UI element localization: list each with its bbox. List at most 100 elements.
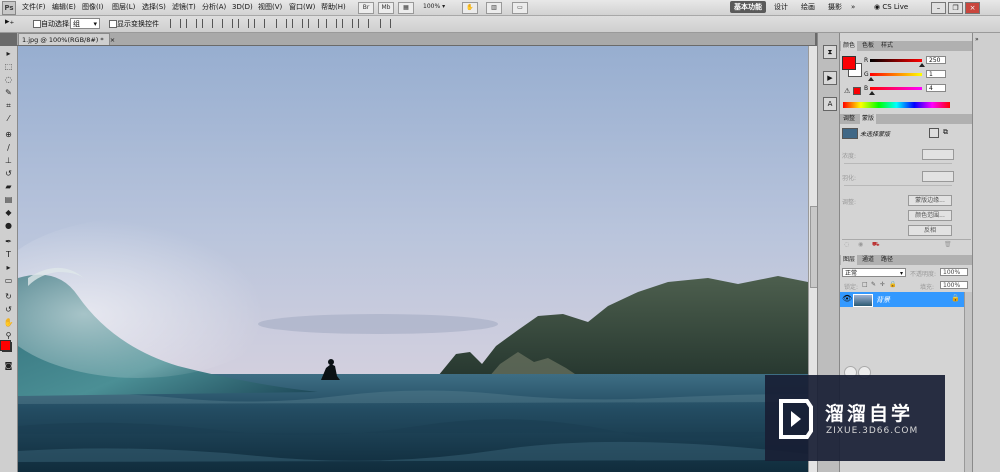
channel-b-value[interactable]: 4 [926, 84, 946, 92]
tab-styles[interactable]: 样式 [879, 41, 895, 51]
brush-tool-icon[interactable]: ∕ [3, 143, 14, 153]
distribute-top-icon[interactable] [276, 19, 287, 28]
crop-tool-icon[interactable]: ⌗ [3, 101, 14, 111]
pen-tool-icon[interactable]: ✒ [3, 237, 14, 247]
channel-r-slider[interactable] [870, 59, 922, 62]
channel-r-knob[interactable] [919, 63, 925, 67]
blend-mode-select[interactable]: 正常 ▾ [842, 268, 906, 277]
tab-masks[interactable]: 蒙版 [860, 114, 877, 124]
actions-panel-icon[interactable]: ▶ [823, 71, 837, 85]
healing-brush-tool-icon[interactable]: ⊕ [3, 130, 14, 140]
distribute-bottom-icon[interactable] [308, 19, 319, 28]
hand-tool-button[interactable]: ✋ [462, 2, 478, 14]
vector-mask-icon[interactable]: ⧉ [943, 128, 948, 137]
close-button[interactable]: × [965, 2, 980, 14]
opacity-field[interactable]: 100% [940, 268, 968, 276]
align-right-icon[interactable] [254, 19, 265, 28]
workspace-more-button[interactable]: » [847, 1, 859, 13]
workspace-essentials[interactable]: 基本功能 [730, 1, 766, 13]
3d-rotate-tool-icon[interactable]: ↻ [3, 292, 14, 302]
menu-window[interactable]: 窗口(W) [289, 2, 315, 13]
lock-image-icon[interactable]: ✎ [871, 281, 876, 288]
mini-bridge-button[interactable]: Mb [378, 2, 394, 14]
auto-select-checkbox[interactable] [33, 20, 41, 28]
history-panel-icon[interactable]: ⧗ [823, 45, 837, 59]
menu-layer[interactable]: 图层(L) [112, 2, 135, 13]
menu-edit[interactable]: 编辑(E) [52, 2, 76, 13]
hand-tool-icon[interactable]: ✋ [3, 318, 14, 328]
mask-edge-button[interactable]: 蒙版边缘... [908, 195, 952, 206]
screen-mode-button[interactable]: ▭ [512, 2, 528, 14]
marquee-tool-icon[interactable]: ⬚ [3, 62, 14, 72]
tab-color[interactable]: 颜色 [841, 41, 858, 51]
tab-paths[interactable]: 路径 [879, 255, 895, 265]
minimize-button[interactable]: – [931, 2, 946, 14]
align-top-icon[interactable] [170, 19, 181, 28]
blur-tool-icon[interactable]: ◆ [3, 208, 14, 218]
color-range-button[interactable]: 颜色范围... [908, 210, 952, 221]
align-left-icon[interactable] [222, 19, 233, 28]
workspace-photography[interactable]: 摄影 [824, 1, 846, 13]
move-tool-icon[interactable]: ▸ [3, 49, 14, 59]
dodge-tool-icon[interactable]: ● [3, 221, 14, 231]
channel-g-knob[interactable] [868, 77, 874, 81]
distribute-right-icon[interactable] [358, 19, 369, 28]
menu-3d[interactable]: 3D(D) [232, 2, 253, 13]
restore-button[interactable]: ❐ [948, 2, 963, 14]
eyedropper-tool-icon[interactable]: ⁄ [3, 114, 14, 124]
channel-b-slider[interactable] [870, 87, 922, 90]
foreground-color-swatch[interactable] [0, 340, 11, 351]
visibility-toggle-icon[interactable]: ◉ [858, 241, 863, 248]
disable-mask-icon[interactable]: ⛟ [872, 241, 880, 249]
layer-visibility-eye-icon[interactable]: 👁 [842, 294, 852, 303]
channel-g-slider[interactable] [870, 73, 922, 76]
align-bottom-icon[interactable] [202, 19, 213, 28]
menu-analysis[interactable]: 分析(A) [202, 2, 226, 13]
lock-position-icon[interactable]: ✛ [880, 281, 885, 288]
workspace-painting[interactable]: 绘画 [797, 1, 819, 13]
load-selection-icon[interactable]: ◌ [844, 241, 849, 248]
menu-select[interactable]: 选择(S) [142, 2, 166, 13]
path-select-tool-icon[interactable]: ▸ [3, 263, 14, 273]
invert-button[interactable]: 反相 [908, 225, 952, 236]
lasso-tool-icon[interactable]: ◌ [3, 75, 14, 85]
collapse-panels-icon[interactable]: » [975, 36, 982, 43]
shape-tool-icon[interactable]: ▭ [3, 276, 14, 286]
fill-field[interactable]: 100% [940, 281, 968, 289]
character-panel-icon[interactable]: A [823, 97, 837, 111]
cs-live-button[interactable]: ◉ CS Live [870, 1, 912, 13]
auto-select-dropdown[interactable]: 组 ▾ [70, 18, 100, 29]
workspace-design[interactable]: 设计 [770, 1, 792, 13]
type-tool-icon[interactable]: T [3, 250, 14, 260]
align-hcenter-icon[interactable] [238, 19, 249, 28]
document-tab-close-icon[interactable]: × [110, 36, 115, 44]
channel-g-value[interactable]: 1 [926, 70, 946, 78]
menu-file[interactable]: 文件(F) [22, 2, 46, 13]
quick-select-tool-icon[interactable]: ✎ [3, 88, 14, 98]
tab-swatches[interactable]: 色板 [860, 41, 876, 51]
history-brush-tool-icon[interactable]: ↺ [3, 169, 14, 179]
foreground-color-box[interactable] [842, 56, 856, 70]
delete-mask-icon[interactable]: 🗑 [944, 241, 952, 248]
menu-help[interactable]: 帮助(H) [321, 2, 346, 13]
tab-channels[interactable]: 通道 [860, 255, 876, 265]
clone-stamp-tool-icon[interactable]: ⊥ [3, 156, 14, 166]
zoom-level-select[interactable]: 100% ▾ [423, 2, 455, 12]
channel-r-value[interactable]: 250 [926, 56, 946, 64]
pixel-mask-icon[interactable] [929, 128, 939, 138]
bridge-button[interactable]: Br [358, 2, 374, 14]
show-transform-checkbox[interactable] [109, 20, 117, 28]
tab-adjustments[interactable]: 调整 [841, 114, 857, 124]
channel-b-knob[interactable] [869, 91, 875, 95]
distribute-left-icon[interactable] [326, 19, 337, 28]
document-tab[interactable]: 1.jpg @ 100%(RGB/8#) * × [18, 33, 115, 45]
tab-layers[interactable]: 图层 [841, 255, 858, 265]
color-spectrum-bar[interactable] [843, 102, 950, 108]
gradient-tool-icon[interactable]: ▤ [3, 195, 14, 205]
lock-transparent-icon[interactable]: □ [862, 281, 868, 288]
auto-align-icon[interactable] [380, 19, 391, 28]
lock-all-icon[interactable]: 🔒 [889, 281, 896, 288]
eraser-tool-icon[interactable]: ▰ [3, 182, 14, 192]
view-extras-button[interactable]: ▦ [398, 2, 414, 14]
distribute-vcenter-icon[interactable] [292, 19, 303, 28]
